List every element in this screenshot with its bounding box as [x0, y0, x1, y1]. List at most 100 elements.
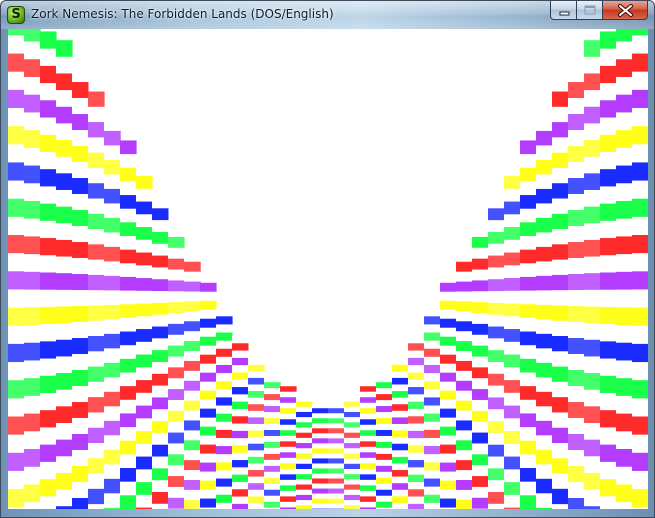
title-bar[interactable]: S Zork Nemesis: The Forbidden Lands (DOS… [1, 1, 654, 29]
column-tint [568, 29, 600, 509]
stripe-segment [632, 507, 648, 509]
game-view[interactable] [8, 29, 648, 509]
stripe-segment [312, 413, 329, 419]
stripe-segment [200, 390, 217, 401]
maximize-button[interactable] [577, 1, 603, 20]
stripe-segment [600, 324, 617, 342]
stripe-segment [216, 389, 233, 399]
stripe-segment [536, 362, 553, 378]
stripe-segment [216, 494, 233, 504]
stripe-segment [536, 217, 553, 233]
stripe-segment [280, 397, 297, 404]
stripe-segment [552, 137, 569, 154]
stripe-segment [616, 289, 633, 308]
stripe-segment [600, 479, 617, 497]
stripe-segment [72, 306, 89, 323]
stripe-segment [552, 458, 569, 475]
stripe-segment [152, 350, 169, 363]
stripe-segment [360, 408, 377, 415]
stripe-segment [200, 426, 217, 437]
stripe-segment [296, 505, 313, 509]
stripe-segment [56, 339, 73, 358]
stripe-segment [536, 188, 553, 204]
column-tint [488, 29, 520, 509]
stripe-segment [552, 122, 569, 138]
stripe-segment [472, 356, 489, 368]
stripe-segment [456, 251, 473, 263]
stripe-segment [520, 154, 537, 169]
stripe-segment [56, 273, 73, 291]
stripe-segment [280, 507, 297, 509]
stripe-segment [616, 307, 633, 326]
close-button[interactable] [603, 1, 648, 20]
stripe-segment [392, 384, 409, 392]
stripe-segment [440, 309, 457, 320]
stripe-segment [120, 167, 137, 182]
stripe-segment [312, 448, 329, 454]
stripe-segment [280, 435, 297, 442]
stripe-segment [520, 372, 537, 387]
stripe-segment [360, 496, 377, 503]
stripe-segment [520, 304, 537, 319]
stripe-segment [376, 388, 393, 395]
stripe-segment [280, 446, 297, 453]
stripe-segment [440, 507, 457, 509]
stripe-segment [360, 413, 377, 420]
stripe-segment [520, 331, 537, 346]
stripe-segment [600, 31, 617, 50]
stripe-segment [472, 497, 489, 509]
stripe-segment [376, 429, 393, 437]
stripe-segment [376, 412, 393, 419]
stripe-segment [536, 116, 553, 132]
stripe-segment [216, 348, 233, 358]
stripe-segment [456, 271, 473, 283]
stripe-segment [632, 470, 648, 490]
stripe-segment [296, 406, 313, 413]
minimize-button[interactable] [550, 1, 577, 20]
stripe-segment [456, 380, 473, 392]
stripe-segment [72, 417, 89, 435]
stripe-segment [152, 279, 169, 292]
stripe-segment [552, 290, 569, 307]
stripe-segment [312, 493, 329, 500]
stripe-segment [632, 107, 648, 127]
stripe-segment [520, 276, 537, 292]
stripe-segment [632, 452, 648, 472]
stripe-segment [40, 272, 57, 291]
stripe-segment [232, 387, 249, 395]
stripe-segment [456, 281, 473, 293]
stripe-segment [376, 418, 393, 425]
stripe-segment [392, 496, 409, 504]
stripe-segment [296, 448, 313, 455]
stripe-segment [552, 336, 569, 352]
stripe-segment [360, 474, 377, 481]
stripe-segment [152, 385, 169, 399]
stripe-segment [120, 195, 137, 210]
stripe-segment [456, 499, 473, 509]
stripe-segment [200, 444, 217, 455]
stripe-segment [120, 276, 137, 292]
stripe-segment [120, 290, 137, 305]
stripe-segment [216, 454, 233, 463]
s-logo-icon[interactable]: S [7, 6, 25, 24]
stripe-segment [152, 456, 169, 469]
stripe-segment [312, 428, 329, 434]
stripe-segment [632, 489, 648, 508]
stripe-segment [72, 481, 89, 499]
stripe-segment [600, 134, 617, 153]
stripe-segment [56, 439, 73, 457]
stripe-segment [456, 301, 473, 312]
stripe-segment [552, 91, 569, 108]
stripe-segment [136, 494, 153, 509]
stripe-segment [200, 453, 217, 464]
stripe-segment [456, 479, 473, 491]
stripe-segment [40, 203, 57, 222]
stripe-segment [360, 490, 377, 497]
stripe-segment [120, 454, 137, 469]
stripe-segment [120, 317, 137, 333]
stripe-segment [552, 183, 569, 200]
stripe-segment [280, 496, 297, 503]
stripe-segment [536, 348, 553, 364]
stripe-segment [72, 210, 89, 227]
stripe-segment [120, 235, 137, 251]
